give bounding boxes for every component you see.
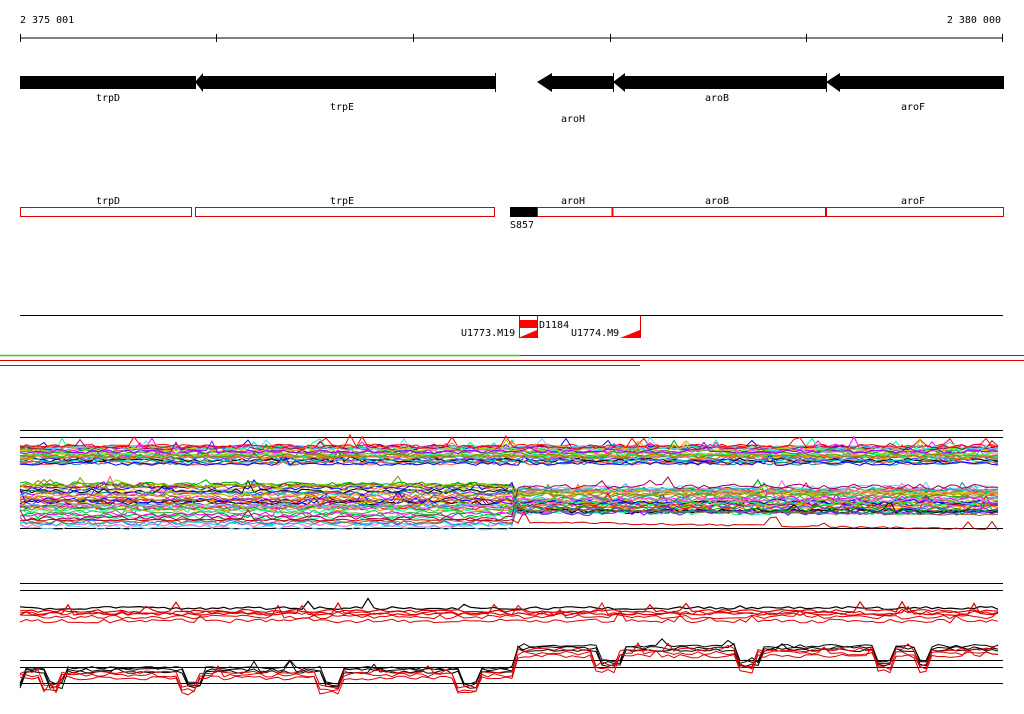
- cds-box-aroB[interactable]: [612, 207, 826, 217]
- gene-label-trpD: trpD: [96, 93, 120, 104]
- cds-box-aroF[interactable]: [826, 207, 1004, 217]
- cds-label-aroF: aroF: [901, 196, 925, 207]
- cds-label-trpE: trpE: [330, 196, 354, 207]
- gene-arrow-trpD[interactable]: [20, 76, 196, 89]
- strand-profiles-panel: [19, 583, 1003, 696]
- cds-label-aroB: aroB: [705, 196, 729, 207]
- gene-label-trpE: trpE: [330, 102, 354, 113]
- ruler-start-label: 2 375 001: [20, 15, 74, 26]
- cds-box-trpE[interactable]: [195, 207, 495, 217]
- primer-track: U1773.M19 D1184 U1774.M9: [20, 315, 1003, 339]
- gene-label-aroH: aroH: [561, 114, 585, 125]
- gene-arrow-trpE[interactable]: [195, 73, 495, 92]
- solid-feature-box[interactable]: [510, 207, 537, 217]
- gene-label-aroB: aroB: [705, 93, 729, 104]
- gene-label-aroF: aroF: [901, 102, 925, 113]
- primer-arrow-U1774[interactable]: [620, 330, 640, 338]
- expression-profiles-panel: [19, 430, 1003, 531]
- cds-label-aroH: aroH: [561, 196, 585, 207]
- primer-label-U1773: U1773.M19: [461, 328, 515, 339]
- gene-arrow-aroH[interactable]: [537, 73, 613, 92]
- genome-browser-canvas: 2 375 001 2 380 000 trpD trpE aroH aroB …: [0, 15, 1024, 696]
- cds-label-trpD: trpD: [96, 196, 120, 207]
- cds-box-aroH[interactable]: [537, 207, 613, 217]
- cds-track: trpD trpE aroH aroB aroF S857: [20, 196, 1004, 231]
- gene-track: trpD trpE aroH aroB aroF: [20, 73, 1004, 125]
- coordinate-ruler: 2 375 001 2 380 000: [20, 15, 1003, 42]
- primer-label-D1184: D1184: [539, 320, 569, 331]
- primer-arrow-U1773[interactable]: [518, 330, 537, 338]
- solid-feature-label: S857: [510, 220, 534, 231]
- gene-arrow-aroF[interactable]: [826, 73, 1004, 92]
- strand-trace: [19, 642, 999, 690]
- cds-box-trpD[interactable]: [20, 207, 192, 217]
- primer-feature-D1184[interactable]: [519, 320, 537, 328]
- strand-trace: [19, 642, 999, 687]
- gene-arrow-aroB[interactable]: [613, 73, 826, 92]
- primer-label-U1774: U1774.M9: [571, 328, 619, 339]
- strand-trace: [19, 638, 999, 685]
- strand-trace: [19, 645, 999, 696]
- coverage-separator: [0, 354, 1024, 366]
- strand-trace: [19, 597, 999, 611]
- ruler-end-label: 2 380 000: [947, 15, 1001, 26]
